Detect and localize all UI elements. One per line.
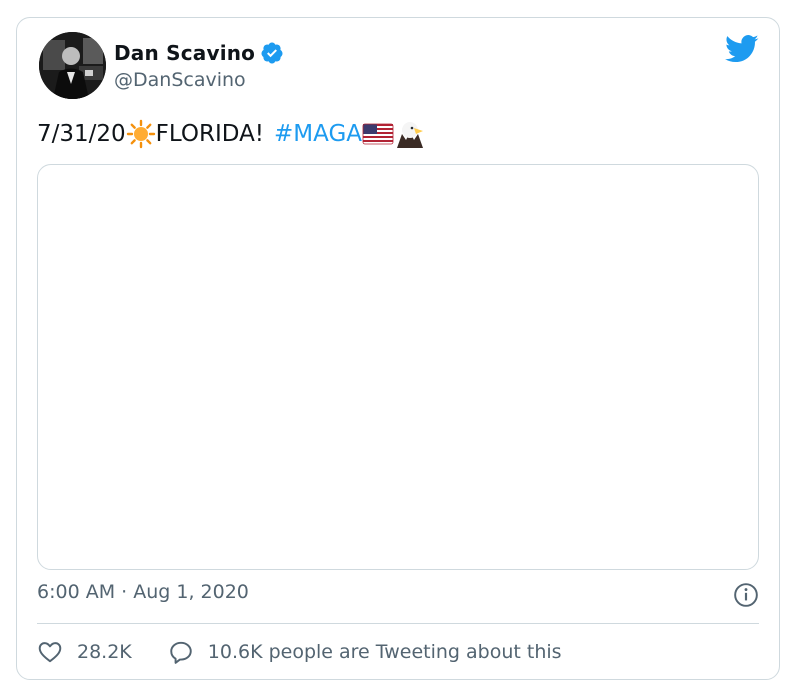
like-count: 28.2K (77, 641, 132, 663)
author-name-row: Dan Scavino (114, 40, 284, 66)
tweet-text: 7/31/20 FLORIDA! #MAGA (37, 118, 426, 150)
media-container[interactable] (37, 164, 759, 570)
author-block[interactable]: Dan Scavino @DanScavino (114, 40, 284, 91)
tweet-date-text: 7/31/20 (37, 121, 126, 147)
eagle-emoji (397, 122, 424, 148)
tweeting-about-text: 10.6K people are Tweeting about this (207, 641, 562, 663)
divider (37, 623, 759, 624)
avatar-photo (39, 32, 106, 99)
tweet-card[interactable]: Dan Scavino @DanScavino 7/31/20 FLORIDA!… (16, 17, 780, 680)
tweet-place-text: FLORIDA! (155, 121, 265, 147)
tweet-actions: 28.2K 10.6K people are Tweeting about th… (37, 638, 562, 666)
speech-bubble-icon[interactable] (168, 639, 194, 665)
author-handle[interactable]: @DanScavino (114, 69, 284, 91)
us-flag-emoji (362, 123, 394, 145)
verified-badge-icon (261, 42, 283, 64)
info-icon[interactable] (733, 582, 759, 608)
avatar[interactable] (39, 32, 106, 99)
tweeting-about-action[interactable]: 10.6K people are Tweeting about this (168, 639, 562, 665)
heart-icon[interactable] (37, 639, 63, 665)
hashtag-link[interactable]: #MAGA (274, 121, 362, 147)
tweet-timestamp[interactable]: 6:00 AM · Aug 1, 2020 (37, 581, 249, 603)
author-name[interactable]: Dan Scavino (114, 41, 255, 65)
sun-emoji (126, 119, 155, 149)
twitter-bird-icon[interactable] (725, 34, 759, 64)
like-action[interactable]: 28.2K (37, 639, 132, 665)
